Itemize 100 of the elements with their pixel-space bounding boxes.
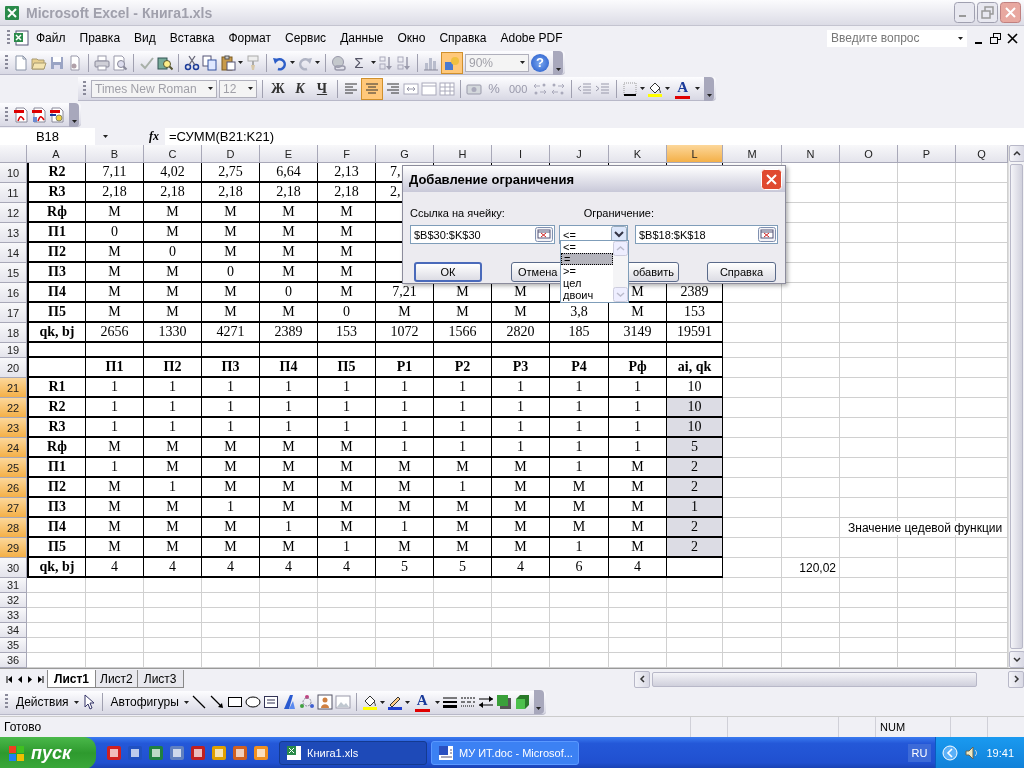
- dialog-button[interactable]: Справка: [707, 262, 776, 282]
- expand-tray-icon[interactable]: [942, 745, 959, 761]
- row-number[interactable]: 22: [0, 398, 27, 418]
- caret-icon[interactable]: [958, 36, 963, 40]
- restore-icon[interactable]: [990, 32, 1001, 44]
- dash-style-icon[interactable]: [459, 694, 476, 710]
- language-indicator[interactable]: RU: [907, 744, 932, 762]
- column-header[interactable]: C: [144, 145, 202, 163]
- paste-icon[interactable]: [220, 54, 236, 71]
- row-number[interactable]: 20: [0, 358, 27, 378]
- menu-item[interactable]: Вид: [127, 29, 163, 47]
- line-style-icon[interactable]: [441, 694, 458, 710]
- cut-icon[interactable]: [184, 54, 200, 71]
- formula-field[interactable]: =СУММ(B21:K21): [165, 129, 274, 144]
- sum-button[interactable]: Σ: [349, 51, 369, 74]
- row-number[interactable]: 24: [0, 438, 27, 458]
- column-header[interactable]: E: [260, 145, 318, 163]
- row-number[interactable]: 10: [0, 163, 27, 183]
- column-header[interactable]: I: [492, 145, 550, 163]
- copy-icon[interactable]: [202, 54, 218, 71]
- caret-icon[interactable]: [640, 87, 646, 90]
- menu-item[interactable]: Данные: [333, 29, 391, 47]
- collapse-dialog-icon[interactable]: [758, 227, 776, 242]
- caret-icon[interactable]: [290, 61, 295, 64]
- oval-icon[interactable]: [244, 694, 261, 710]
- taskbar-button[interactable]: Книга1.xls: [279, 741, 427, 765]
- sheet-tab[interactable]: Лист3: [136, 670, 184, 688]
- column-header[interactable]: G: [376, 145, 434, 163]
- pdf-document-icon[interactable]: [31, 106, 47, 123]
- taskbar-button[interactable]: МУ ИТ.doc - Microsof...: [431, 741, 579, 765]
- list-option[interactable]: =: [561, 253, 613, 265]
- font-color-button[interactable]: A: [411, 691, 433, 713]
- caret-icon[interactable]: [315, 61, 320, 64]
- caret-icon[interactable]: [536, 707, 542, 710]
- sheet-tab[interactable]: Лист1: [47, 670, 97, 688]
- insert-function-button[interactable]: fx: [149, 129, 159, 144]
- caret-icon[interactable]: [103, 135, 108, 138]
- scroll-right-button[interactable]: [1008, 670, 1024, 688]
- column-header[interactable]: P: [898, 145, 956, 163]
- row-number[interactable]: 34: [0, 623, 27, 638]
- row-number[interactable]: 13: [0, 223, 27, 243]
- list-option[interactable]: <=: [561, 241, 613, 253]
- line-icon[interactable]: [190, 694, 207, 710]
- shadow-icon[interactable]: [495, 694, 512, 710]
- app-shortcut-icon[interactable]: [232, 745, 248, 761]
- toolbar-options-icon[interactable]: [704, 76, 715, 101]
- row-number[interactable]: 25: [0, 458, 27, 478]
- menu-item[interactable]: Файл: [29, 29, 73, 47]
- row-number[interactable]: 17: [0, 303, 27, 323]
- toolbar-options-icon[interactable]: [69, 102, 79, 127]
- caret-icon[interactable]: [73, 700, 79, 704]
- app-shortcut-icon[interactable]: [211, 745, 227, 761]
- app-shortcut-icon[interactable]: [106, 745, 122, 761]
- print-preview-icon[interactable]: [112, 54, 128, 71]
- row-number[interactable]: 23: [0, 418, 27, 438]
- caret-icon[interactable]: [371, 61, 376, 64]
- row-number[interactable]: 29: [0, 538, 27, 558]
- rectangle-icon[interactable]: [226, 694, 243, 710]
- print-icon[interactable]: [94, 54, 110, 71]
- menu-item[interactable]: Справка: [432, 29, 494, 47]
- help-search-field[interactable]: Введите вопрос: [827, 29, 967, 47]
- merge-cells-icon[interactable]: [403, 80, 419, 97]
- caret-icon[interactable]: [404, 700, 410, 704]
- text-box-icon[interactable]: [262, 694, 279, 710]
- column-header[interactable]: H: [434, 145, 492, 163]
- caret-icon[interactable]: [555, 67, 561, 71]
- row-number[interactable]: 11: [0, 183, 27, 203]
- row-number[interactable]: 28: [0, 518, 27, 538]
- arrow-style-icon[interactable]: [477, 694, 494, 710]
- scroll-up-button[interactable]: [1009, 145, 1024, 162]
- app-shortcut-icon[interactable]: [148, 745, 164, 761]
- name-box[interactable]: B18: [0, 129, 95, 144]
- caret-icon[interactable]: [379, 700, 385, 704]
- menu-item[interactable]: Сервис: [278, 29, 334, 47]
- column-header[interactable]: B: [86, 145, 144, 163]
- toolbar-options-icon[interactable]: [533, 690, 544, 714]
- chevron-left-icon[interactable]: [638, 675, 646, 683]
- caret-icon[interactable]: [434, 700, 440, 704]
- sort-icon[interactable]: [396, 54, 412, 71]
- column-header[interactable]: O: [840, 145, 898, 163]
- row-number[interactable]: 27: [0, 498, 27, 518]
- menu-item[interactable]: Вставка: [162, 29, 222, 47]
- row-number[interactable]: 30: [0, 558, 27, 578]
- italic-button[interactable]: К: [290, 77, 310, 100]
- chevron-up-icon[interactable]: [1013, 150, 1021, 157]
- book-magnifier-icon[interactable]: [157, 54, 173, 71]
- caret-icon[interactable]: [248, 87, 253, 90]
- close-icon[interactable]: [1007, 32, 1018, 44]
- underline-button[interactable]: Ч: [312, 77, 332, 100]
- caret-icon[interactable]: [71, 119, 77, 123]
- next-sheet-icon[interactable]: [27, 674, 33, 684]
- close-button[interactable]: [1000, 2, 1021, 23]
- app-shortcut-icon[interactable]: [190, 745, 206, 761]
- column-header[interactable]: L: [667, 145, 723, 163]
- pdf-document-icon[interactable]: [49, 106, 65, 123]
- workbook-icon[interactable]: [13, 30, 29, 46]
- chevron-right-icon[interactable]: [1012, 675, 1020, 683]
- row-number[interactable]: 32: [0, 593, 27, 608]
- caret-icon[interactable]: [208, 87, 213, 90]
- app-shortcut-icon[interactable]: [169, 745, 185, 761]
